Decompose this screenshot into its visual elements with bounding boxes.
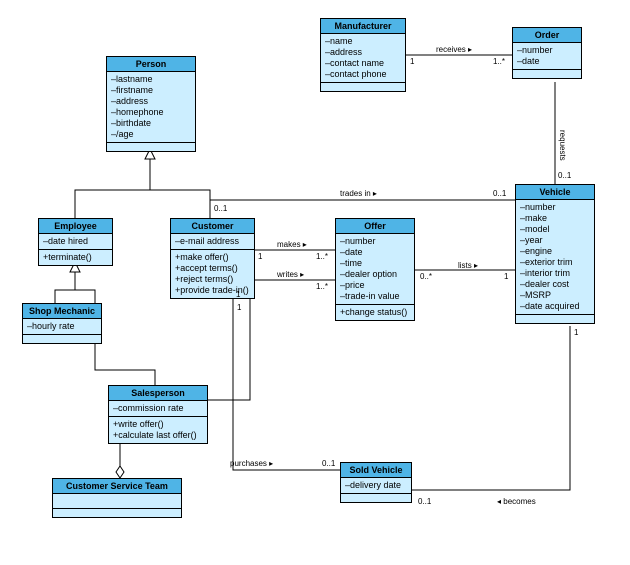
mult-requests: 0..1 bbox=[558, 171, 571, 180]
ops: +terminate() bbox=[39, 250, 112, 265]
ops bbox=[513, 70, 581, 78]
ops bbox=[23, 335, 101, 343]
mult-makes-2: 1..* bbox=[316, 252, 328, 261]
class-vehicle: Vehicle –number–make–model–year–engine–e… bbox=[515, 184, 595, 324]
label-tradesin: trades in ▸ bbox=[340, 189, 377, 198]
attrs: –e-mail address bbox=[171, 234, 254, 250]
mult-becomes-2: 1 bbox=[574, 328, 578, 337]
label-makes: makes ▸ bbox=[277, 240, 307, 249]
attrs: –date hired bbox=[39, 234, 112, 250]
ops: +write offer()+calculate last offer() bbox=[109, 417, 207, 443]
mult-tradesin-1: 0..1 bbox=[214, 204, 227, 213]
attrs: –number–date–time–dealer option–price–tr… bbox=[336, 234, 414, 305]
ops bbox=[516, 315, 594, 323]
attrs: –name–address–contact name–contact phone bbox=[321, 34, 405, 83]
label-writes: writes ▸ bbox=[277, 270, 304, 279]
mult-receives-2: 1..* bbox=[493, 57, 505, 66]
class-title: Salesperson bbox=[109, 386, 207, 401]
attrs: –number–make–model–year–engine–exterior … bbox=[516, 200, 594, 315]
attrs: –commission rate bbox=[109, 401, 207, 417]
class-customer: Customer –e-mail address +make offer()+a… bbox=[170, 218, 255, 299]
label-becomes: ◂ becomes bbox=[497, 497, 536, 506]
class-title: Person bbox=[107, 57, 195, 72]
attrs: –number–date bbox=[513, 43, 581, 70]
class-title: Offer bbox=[336, 219, 414, 234]
mult-writes-2: 1..* bbox=[316, 282, 328, 291]
attrs: –hourly rate bbox=[23, 319, 101, 335]
mult-purchases-2: 0..1 bbox=[322, 459, 335, 468]
mult-lists-1: 0..* bbox=[420, 272, 432, 281]
class-manufacturer: Manufacturer –name–address–contact name–… bbox=[320, 18, 406, 92]
mult-receives-1: 1 bbox=[410, 57, 414, 66]
mult-makes-1: 1 bbox=[258, 252, 262, 261]
class-shop-mechanic: Shop Mechanic –hourly rate bbox=[22, 303, 102, 344]
attrs bbox=[53, 494, 181, 509]
class-order: Order –number–date bbox=[512, 27, 582, 79]
class-title: Shop Mechanic bbox=[23, 304, 101, 319]
class-title: Order bbox=[513, 28, 581, 43]
attrs: –lastname–firstname–address–homephone–bi… bbox=[107, 72, 195, 143]
label-purchases: purchases ▸ bbox=[230, 459, 273, 468]
mult-writes-1: 1 bbox=[236, 290, 240, 299]
class-title: Employee bbox=[39, 219, 112, 234]
ops bbox=[107, 143, 195, 151]
class-title: Manufacturer bbox=[321, 19, 405, 34]
class-title: Customer Service Team bbox=[53, 479, 181, 494]
label-requests: requests bbox=[558, 130, 567, 161]
mult-purchases-1: 1 bbox=[237, 303, 241, 312]
class-title: Sold Vehicle bbox=[341, 463, 411, 478]
ops: +make offer()+accept terms()+reject term… bbox=[171, 250, 254, 298]
label-lists: lists ▸ bbox=[458, 261, 478, 270]
class-employee: Employee –date hired +terminate() bbox=[38, 218, 113, 266]
ops bbox=[321, 83, 405, 91]
mult-tradesin-2: 0..1 bbox=[493, 189, 506, 198]
class-offer: Offer –number–date–time–dealer option–pr… bbox=[335, 218, 415, 321]
mult-becomes-1: 0..1 bbox=[418, 497, 431, 506]
ops bbox=[341, 494, 411, 502]
label-receives: receives ▸ bbox=[436, 45, 472, 54]
attrs: –delivery date bbox=[341, 478, 411, 494]
class-person: Person –lastname–firstname–address–homep… bbox=[106, 56, 196, 152]
class-title: Customer bbox=[171, 219, 254, 234]
ops bbox=[53, 509, 181, 517]
class-sold-vehicle: Sold Vehicle –delivery date bbox=[340, 462, 412, 503]
class-salesperson: Salesperson –commission rate +write offe… bbox=[108, 385, 208, 444]
class-cst: Customer Service Team bbox=[52, 478, 182, 518]
ops: +change status() bbox=[336, 305, 414, 320]
class-title: Vehicle bbox=[516, 185, 594, 200]
mult-lists-2: 1 bbox=[504, 272, 508, 281]
